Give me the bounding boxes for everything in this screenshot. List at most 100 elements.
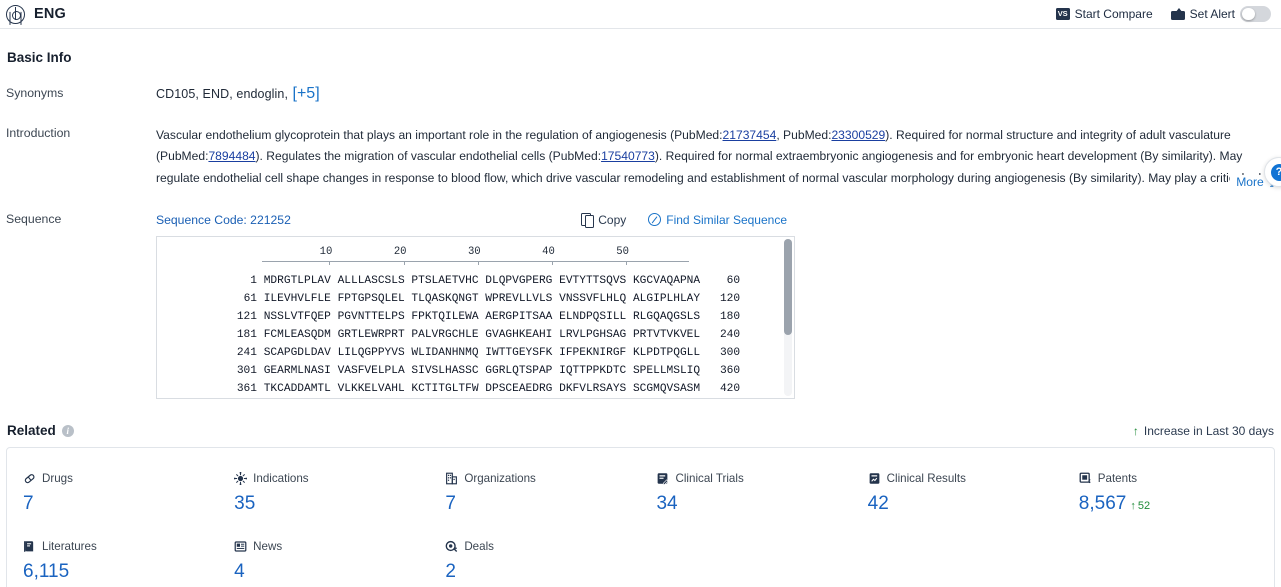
introduction-body: Vascular endothelium glycoprotein that p… — [156, 125, 1275, 190]
alert-toggle[interactable] — [1240, 6, 1271, 22]
related-cards: Drugs 7 Indications 35 Organizations 7 Clinica… — [6, 447, 1275, 587]
sequence-label: Sequence — [6, 212, 62, 226]
copy-icon — [581, 213, 595, 228]
card-value-row[interactable]: 7 — [23, 493, 218, 515]
sequence-viewer[interactable]: 10 20 30 40 50 1 MDRGTLPLAV ALLLASCSLS PTSLA… — [156, 236, 795, 399]
top-bar-actions: VS Start Compare Set Alert — [1055, 6, 1271, 22]
top-bar: ENG VS Start Compare Set Alert — [0, 0, 1281, 29]
search-circle-icon — [648, 213, 662, 226]
sequence-line: 121 NSSLVTFQEP PGVNTTELPS FPKTQILEWA AER… — [157, 308, 794, 326]
versus-icon: VS — [1055, 8, 1070, 20]
card-label: News — [253, 539, 283, 553]
sequence-line-end: 120 — [719, 293, 741, 305]
find-similar-label: Find Similar Sequence — [666, 212, 787, 227]
card-value-row[interactable]: 42 — [868, 493, 1063, 515]
card-value: 42 — [867, 493, 889, 514]
card-value: 2 — [445, 561, 456, 582]
related-card-clinical-trials[interactable]: Clinical Trials 34 — [640, 471, 851, 515]
ruler-tick — [329, 261, 331, 265]
synonyms-label: Synonyms — [6, 86, 64, 100]
newspaper-icon — [234, 540, 247, 553]
sequence-residues: TKCADDAMTL VLKKELVAHL KCTITGLTFW DPSCEAE… — [257, 383, 701, 395]
card-value: 4 — [234, 561, 245, 582]
card-value: 7 — [23, 493, 34, 514]
set-alert-label: Set Alert — [1189, 7, 1235, 21]
sequence-residues: ILEVHVLFLE FPTGPSQLEL TLQASKQNGT WPREVLL… — [257, 293, 701, 305]
copy-button[interactable]: Copy — [581, 213, 626, 228]
sequence-scrollbar-thumb[interactable] — [784, 239, 792, 335]
sequence-line-start: 181 — [236, 329, 257, 341]
pubmed-link[interactable]: 17540773 — [601, 149, 655, 163]
synonyms-row: Synonyms CD105, END, endoglin, [+5] — [6, 85, 1275, 103]
sequence-line: 181 FCMLEASQDM GRTLEWRPRT PALVRGCHLE GVA… — [157, 326, 794, 344]
introduction-label: Introduction — [6, 126, 71, 140]
pubmed-link[interactable]: 21737454 — [723, 128, 777, 142]
start-compare-button[interactable]: VS Start Compare — [1055, 7, 1153, 21]
related-card-news[interactable]: News 4 — [218, 539, 429, 583]
ruler-number: 50 — [616, 246, 629, 258]
sequence-residues: FCMLEASQDM GRTLEWRPRT PALVRGCHLE GVAGHKE… — [257, 329, 701, 341]
info-icon[interactable]: i — [61, 424, 74, 437]
related-card-deals[interactable]: Deals 2 — [429, 539, 640, 583]
card-value: 34 — [656, 493, 678, 514]
card-value-row[interactable]: 6,115 — [23, 561, 218, 583]
card-label: Drugs — [42, 471, 73, 485]
related-card-organizations[interactable]: Organizations 7 — [429, 471, 640, 515]
ruler-line — [262, 261, 689, 262]
find-similar-sequence-button[interactable]: Find Similar Sequence — [648, 213, 787, 227]
ruler-number: 20 — [393, 246, 407, 258]
sequence-lines: 1 MDRGTLPLAV ALLLASCSLS PTSLAETVHC DLQPV… — [157, 272, 794, 398]
sequence-line-start: 301 — [236, 365, 257, 377]
sequence-line: 361 TKCADDAMTL VLKKELVAHL KCTITGLTFW DPS… — [157, 380, 794, 398]
pubmed-link[interactable]: 7894484 — [208, 149, 255, 163]
sequence-scrollbar[interactable] — [784, 239, 792, 396]
card-label: Clinical Trials — [675, 471, 744, 485]
sequence-line-end: 240 — [719, 329, 741, 341]
related-card-patents[interactable]: Patents 8,567 ↑ 52 — [1063, 471, 1274, 515]
related-card-drugs[interactable]: Drugs 7 — [7, 471, 218, 515]
sequence-ruler: 10 20 30 40 50 — [157, 246, 794, 272]
sequence-row: Sequence Sequence Code: 221252 Copy Find… — [6, 211, 1275, 399]
entity-name: ENG — [34, 6, 67, 22]
start-compare-label: Start Compare — [1074, 7, 1153, 21]
sequence-line: 61 ILEVHVLFLE FPTGPSQLEL TLQASKQNGT WPRE… — [157, 290, 794, 308]
synonyms-body: CD105, END, endoglin, [+5] — [156, 85, 1275, 103]
card-label: Indications — [253, 471, 309, 485]
card-value-row[interactable]: 2 — [445, 561, 640, 583]
ruler-number: 40 — [542, 246, 555, 258]
sequence-line: 301 GEARMLNASI VASFVELPLA SIVSLHASSC GGR… — [157, 362, 794, 380]
sequence-header: Sequence Code: 221252 Copy Find Similar … — [156, 211, 1275, 228]
card-header: Patents — [1079, 471, 1274, 485]
card-value-row[interactable]: 34 — [656, 493, 851, 515]
related-header: Related i ↑ Increase in Last 30 days — [6, 423, 1275, 438]
card-label: Patents — [1097, 471, 1138, 485]
sequence-line-end: 360 — [719, 365, 741, 377]
pubmed-link[interactable]: 23300529 — [831, 128, 885, 142]
help-bubble-glyph: ? — [1270, 163, 1281, 181]
synonyms-more-link[interactable]: [+5] — [293, 85, 320, 102]
card-label: Organizations — [464, 471, 536, 485]
card-header: Indications — [234, 471, 429, 485]
basic-info-title: Basic Info — [7, 50, 72, 65]
virus-icon — [234, 471, 248, 485]
card-delta: ↑ 52 — [1130, 500, 1150, 512]
sequence-residues: GEARMLNASI VASFVELPLA SIVSLHASSC GGRLQTS… — [257, 365, 701, 377]
ruler-number: 30 — [467, 246, 481, 258]
sequence-line-end: 60 — [726, 275, 741, 287]
sequence-code[interactable]: Sequence Code: 221252 — [156, 213, 291, 227]
card-value: 35 — [234, 493, 256, 514]
card-header: Organizations — [445, 471, 640, 485]
related-card-literatures[interactable]: Literatures 6,115 — [7, 539, 218, 583]
up-arrow-icon: ↑ — [1130, 500, 1136, 512]
card-value-row[interactable]: 8,567 ↑ 52 — [1079, 493, 1274, 515]
clipboard-icon — [656, 472, 669, 485]
set-alert-control[interactable]: Set Alert — [1170, 6, 1271, 22]
related-card-indications[interactable]: Indications 35 — [218, 471, 429, 515]
more-label: More — [1236, 175, 1264, 189]
card-value-row[interactable]: 4 — [234, 561, 429, 583]
card-value-row[interactable]: 7 — [445, 493, 640, 515]
card-label: Literatures — [42, 539, 97, 553]
card-value-row[interactable]: 35 — [234, 493, 429, 515]
related-card-clinical-results[interactable]: Clinical Results 42 — [852, 471, 1063, 515]
card-header: Clinical Trials — [656, 471, 851, 485]
